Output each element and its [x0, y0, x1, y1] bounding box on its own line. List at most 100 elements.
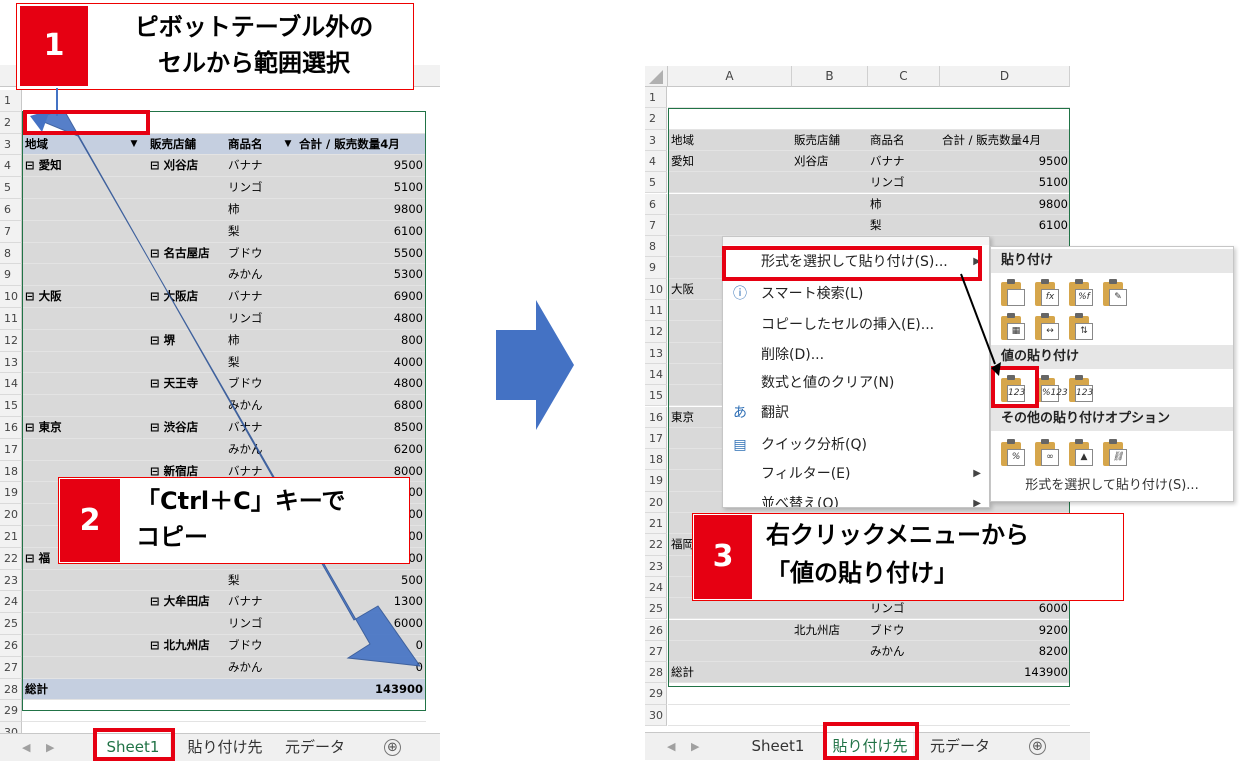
- column-header-b[interactable]: B: [792, 66, 868, 87]
- delete-item[interactable]: 削除(D)...: [723, 340, 989, 370]
- tab-scroll-left-icon[interactable]: ◀: [667, 733, 675, 760]
- sheet-tab-bar: ◀ ▶ Sheet1 貼り付け先 元データ ⊕: [0, 733, 440, 761]
- row-header[interactable]: 28: [0, 678, 22, 701]
- row-header[interactable]: 13: [645, 342, 667, 364]
- row-header[interactable]: 7: [645, 214, 667, 237]
- row-header[interactable]: 11: [0, 308, 22, 330]
- row-header[interactable]: 23: [645, 555, 667, 577]
- row-header[interactable]: 9: [645, 257, 667, 279]
- row-header[interactable]: 21: [0, 526, 22, 548]
- row-header[interactable]: 12: [0, 329, 22, 352]
- paste-formulas-format-icon[interactable]: %f: [1067, 279, 1095, 307]
- row-header[interactable]: 29: [0, 700, 22, 723]
- insert-copied-cells-item[interactable]: コピーしたセルの挿入(E)...: [723, 310, 989, 340]
- tab-source-data[interactable]: 元データ: [280, 734, 350, 761]
- add-sheet-icon[interactable]: ⊕: [1029, 738, 1046, 755]
- grid-row: [22, 90, 426, 112]
- row-header[interactable]: 3: [0, 133, 22, 156]
- row-header[interactable]: 17: [645, 427, 667, 450]
- paste-formatting-icon[interactable]: %: [999, 439, 1027, 467]
- paste-transpose-icon[interactable]: ⇅: [1067, 313, 1095, 341]
- row-header[interactable]: 11: [645, 300, 667, 322]
- row-header[interactable]: 26: [0, 635, 22, 657]
- paste-keep-source-icon[interactable]: ✎: [1101, 279, 1129, 307]
- row-header[interactable]: 5: [645, 172, 667, 194]
- paste-picture-icon[interactable]: ▲: [1067, 439, 1095, 467]
- row-header[interactable]: 27: [0, 656, 22, 679]
- row-header[interactable]: 21: [645, 513, 667, 535]
- row-header[interactable]: 14: [645, 363, 667, 386]
- row-header[interactable]: 2: [0, 111, 22, 134]
- row-header[interactable]: 17: [0, 438, 22, 461]
- row-header[interactable]: 29: [645, 683, 667, 705]
- row-header[interactable]: 19: [645, 470, 667, 492]
- paste-keep-width-icon[interactable]: ↔: [1033, 313, 1061, 341]
- row-header[interactable]: 22: [645, 534, 667, 556]
- row-header[interactable]: 1: [645, 87, 667, 109]
- row-header[interactable]: 15: [645, 385, 667, 407]
- tab-source-data[interactable]: 元データ: [925, 733, 995, 760]
- tab-scroll-left-icon[interactable]: ◀: [22, 734, 30, 761]
- row-header[interactable]: 6: [645, 193, 667, 215]
- row-header[interactable]: 20: [645, 491, 667, 513]
- add-sheet-icon[interactable]: ⊕: [384, 739, 401, 756]
- highlight-paste-target-tab: [823, 722, 919, 760]
- paste-section-header: 貼り付け: [991, 249, 1233, 273]
- sort-item[interactable]: 並べ替え(O) ▶: [723, 489, 989, 507]
- row-header[interactable]: 26: [645, 619, 667, 641]
- row-header[interactable]: 27: [645, 640, 667, 663]
- row-header[interactable]: 30: [645, 704, 667, 726]
- clear-contents-item[interactable]: 数式と値のクリア(N): [723, 368, 989, 398]
- row-header[interactable]: 25: [0, 613, 22, 635]
- row-header[interactable]: 16: [645, 406, 667, 428]
- row-header[interactable]: 15: [0, 395, 22, 417]
- paste-link-icon[interactable]: ∞: [1033, 439, 1061, 467]
- row-header[interactable]: 28: [645, 662, 667, 684]
- row-header[interactable]: 20: [0, 504, 22, 526]
- paste-special-more[interactable]: 形式を選択して貼り付け(S)...: [991, 473, 1233, 499]
- tab-scroll-right-icon[interactable]: ▶: [691, 733, 699, 760]
- column-header-a[interactable]: A: [668, 66, 792, 87]
- row-header[interactable]: 4: [0, 155, 22, 178]
- select-all-corner[interactable]: [645, 66, 668, 87]
- row-header[interactable]: 14: [0, 373, 22, 396]
- filter-item[interactable]: フィルター(E) ▶: [723, 459, 989, 489]
- quick-analysis-item[interactable]: クイック分析(Q) ▤: [723, 430, 989, 460]
- row-header[interactable]: 10: [645, 278, 667, 300]
- step2-line2: コピー: [136, 523, 208, 551]
- tab-paste-target[interactable]: 貼り付け先: [180, 734, 270, 761]
- row-header[interactable]: 22: [0, 547, 22, 570]
- tab-sheet1[interactable]: Sheet1: [741, 733, 815, 760]
- row-header[interactable]: 8: [645, 236, 667, 258]
- row-header[interactable]: 6: [0, 199, 22, 221]
- row-header[interactable]: 18: [0, 460, 22, 483]
- row-header[interactable]: 2: [645, 108, 667, 130]
- column-header-c[interactable]: C: [868, 66, 940, 87]
- paste-linked-picture-icon[interactable]: ⛓: [1101, 439, 1129, 467]
- row-header[interactable]: 12: [645, 321, 667, 343]
- highlight-sheet1-tab: [93, 728, 175, 761]
- tab-scroll-right-icon[interactable]: ▶: [46, 734, 54, 761]
- row-header[interactable]: 25: [645, 598, 667, 620]
- column-header-d[interactable]: D: [940, 66, 1070, 87]
- row-header[interactable]: 1: [0, 90, 22, 112]
- row-header[interactable]: 10: [0, 286, 22, 308]
- row-header[interactable]: 13: [0, 351, 22, 374]
- translate-item[interactable]: 翻訳あ: [723, 398, 989, 428]
- pointer-arrow: [960, 273, 1001, 376]
- row-header[interactable]: 24: [645, 576, 667, 599]
- row-header[interactable]: 9: [0, 264, 22, 287]
- smart-lookup-item[interactable]: スマート検索(L) ⓘ: [723, 279, 989, 309]
- row-header[interactable]: 19: [0, 482, 22, 505]
- row-header[interactable]: 5: [0, 177, 22, 199]
- row-header[interactable]: 7: [0, 220, 22, 243]
- row-header[interactable]: 4: [645, 150, 667, 173]
- row-header[interactable]: 23: [0, 569, 22, 592]
- row-header[interactable]: 16: [0, 417, 22, 439]
- row-header[interactable]: 8: [0, 242, 22, 265]
- row-header[interactable]: 3: [645, 129, 667, 151]
- row-header[interactable]: 18: [645, 449, 667, 471]
- row-header[interactable]: 24: [0, 591, 22, 614]
- paste-formulas-icon[interactable]: fx: [1033, 279, 1061, 307]
- paste-values-source-format-icon[interactable]: 123: [1067, 375, 1095, 403]
